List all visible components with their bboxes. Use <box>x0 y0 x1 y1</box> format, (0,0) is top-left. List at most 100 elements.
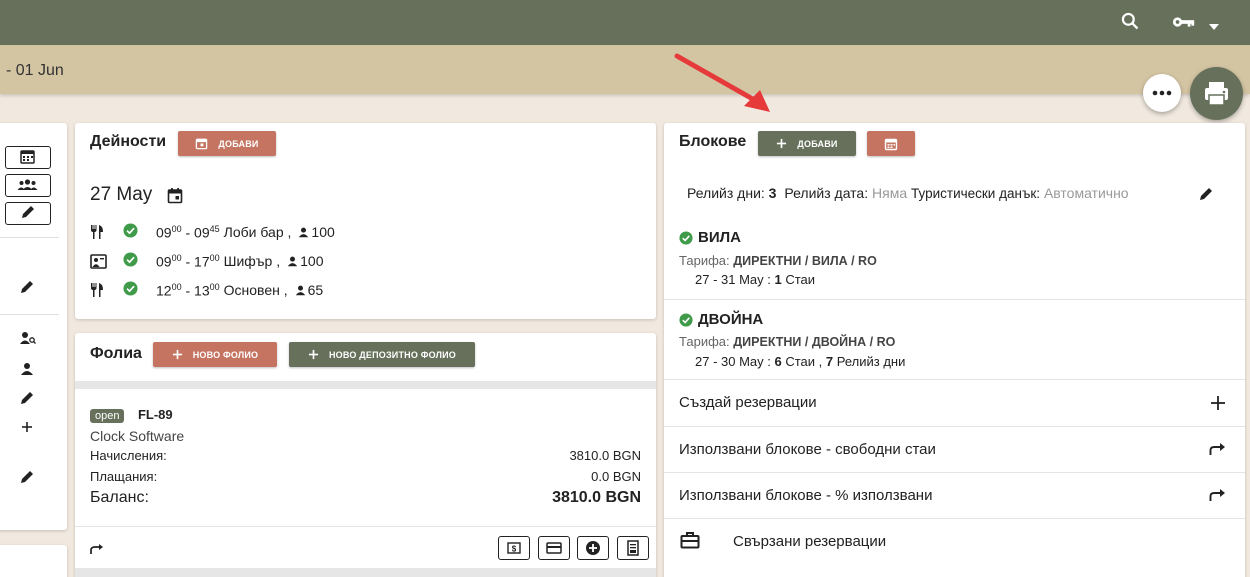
annotation-arrow <box>674 53 770 112</box>
charges-value: 3810.0 BGN <box>569 448 641 463</box>
folio-item[interactable]: open FL-89 <box>90 406 641 424</box>
person-search-icon[interactable] <box>20 331 36 350</box>
blocks-title: Блокове <box>679 133 747 150</box>
activity-name: Основен , <box>223 282 288 298</box>
pencil-icon[interactable] <box>20 470 34 489</box>
check-circle-icon <box>123 223 139 241</box>
blocks-calendar-button[interactable] <box>867 131 915 156</box>
add-block-label: ДОБАВИ <box>797 138 838 149</box>
linked-reservations-label: Свързани резервации <box>733 533 887 550</box>
person-icon <box>295 285 306 296</box>
plus-icon <box>777 138 787 149</box>
calendar-view-button[interactable] <box>5 146 51 169</box>
folio-number: FL-89 <box>137 407 173 422</box>
more-horizontal-icon <box>1152 90 1172 96</box>
left-bottom-card <box>0 545 67 577</box>
tourist-tax-value: Автоматично <box>1043 185 1129 201</box>
credit-card-icon <box>546 542 562 554</box>
forward-icon <box>1209 442 1226 461</box>
activity-count: 100 <box>311 224 335 240</box>
folio-divider <box>75 526 656 527</box>
release-days-value: 3 <box>768 185 777 201</box>
activity-time: 1200 - 1300 <box>156 281 220 299</box>
create-reservations-label: Създай резервации <box>679 394 817 411</box>
block-rate: Тарифа: ДИРЕКТНИ / ДВОЙНА / RO <box>679 334 896 349</box>
used-blocks-percent-label: Използвани блокове - % използвани <box>679 487 933 504</box>
activity-count: 65 <box>307 282 324 298</box>
new-folio-label: НОВО ФОЛИО <box>192 349 259 360</box>
presentation-icon <box>90 253 108 269</box>
folio-bottom-strip <box>75 568 656 577</box>
invoice-button[interactable] <box>617 536 649 560</box>
add-charge-button[interactable] <box>577 536 609 560</box>
person-icon <box>298 227 309 238</box>
sidebar-divider <box>0 237 59 238</box>
person-icon[interactable] <box>20 362 34 381</box>
check-circle-icon <box>679 313 693 332</box>
date-range: - 01 Jun <box>6 62 64 79</box>
new-deposit-folio-button[interactable]: НОВО ДЕПОЗИТНО ФОЛИО <box>289 342 475 367</box>
activity-name: Лоби бар , <box>223 224 292 240</box>
balance-label: Баланс: <box>90 489 149 506</box>
calendar-icon <box>196 138 208 150</box>
card-payment-button[interactable] <box>538 536 570 560</box>
briefcase-icon <box>680 531 700 554</box>
plus-icon[interactable] <box>20 420 34 439</box>
invoice-icon <box>627 540 639 556</box>
plus-icon <box>172 349 182 360</box>
release-info-line: Релийз дни: 3 Релийз дата: Няма Туристич… <box>687 185 1129 201</box>
payments-label: Плащания: <box>90 469 158 484</box>
calendar-icon <box>884 138 898 150</box>
dollar-icon: $ <box>507 542 521 554</box>
person-icon <box>287 256 298 267</box>
block-name: ВИЛА <box>698 229 741 246</box>
block-range: 27 - 30 May : 6 Стаи , 7 Релийз дни <box>695 354 906 369</box>
cash-payment-button[interactable]: $ <box>498 536 530 560</box>
edit-view-button[interactable] <box>5 202 51 225</box>
check-circle-icon <box>123 252 139 270</box>
pencil-icon[interactable] <box>1199 187 1213 206</box>
key-icon[interactable] <box>1172 13 1196 36</box>
search-icon[interactable] <box>1120 11 1140 36</box>
add-activity-button[interactable]: ДОБАВИ <box>178 131 276 156</box>
block-name: ДВОЙНА <box>698 311 764 328</box>
calendar-icon[interactable] <box>167 187 183 209</box>
add-block-button[interactable]: ДОБАВИ <box>758 131 856 156</box>
activity-row[interactable]: 0900 - 1700 Шифър , 100 <box>90 251 324 271</box>
pencil-icon[interactable] <box>20 280 34 299</box>
activity-time: 0900 - 1700 <box>156 252 220 270</box>
caret-down-icon[interactable] <box>1208 18 1220 36</box>
more-options-button[interactable] <box>1143 74 1181 112</box>
activity-row[interactable]: 0900 - 0945 Лоби бар , 100 <box>90 222 335 242</box>
forward-icon <box>1209 488 1226 507</box>
cutlery-icon <box>90 282 108 298</box>
pencil-icon[interactable] <box>20 391 34 410</box>
check-circle-icon <box>679 231 693 250</box>
folio-status-badge: open <box>90 409 125 423</box>
cutlery-icon <box>90 224 108 240</box>
folio-company: Clock Software <box>90 428 185 444</box>
svg-text:$: $ <box>512 545 517 554</box>
activity-name: Шифър , <box>223 253 281 269</box>
group-view-button[interactable] <box>5 174 51 197</box>
print-button[interactable] <box>1190 67 1243 120</box>
charges-label: Начисления: <box>90 448 167 463</box>
used-blocks-free-rooms-label: Използвани блокове - свободни стаи <box>679 441 936 458</box>
forward-icon[interactable] <box>90 542 104 560</box>
activity-row[interactable]: 1200 - 1300 Основен , 65 <box>90 280 323 300</box>
check-circle-icon <box>123 281 139 299</box>
add-activity-label: ДОБАВИ <box>218 138 259 149</box>
block-range: 27 - 31 May : 1 Стаи <box>695 272 816 287</box>
new-deposit-folio-label: НОВО ДЕПОЗИТНО ФОЛИО <box>328 349 456 360</box>
payments-value: 0.0 BGN <box>591 469 641 484</box>
plus-icon <box>1210 395 1226 416</box>
plus-circle-icon <box>586 541 600 555</box>
folio-top-strip <box>75 381 656 389</box>
calendar-icon <box>20 150 35 164</box>
activity-time: 0900 - 0945 <box>156 223 220 241</box>
print-icon <box>1205 82 1228 106</box>
new-folio-button[interactable]: НОВО ФОЛИО <box>153 342 277 367</box>
plus-icon <box>308 349 319 360</box>
balance-value: 3810.0 BGN <box>552 489 641 506</box>
block-rate: Тарифа: ДИРЕКТНИ / ВИЛА / RO <box>679 253 877 268</box>
